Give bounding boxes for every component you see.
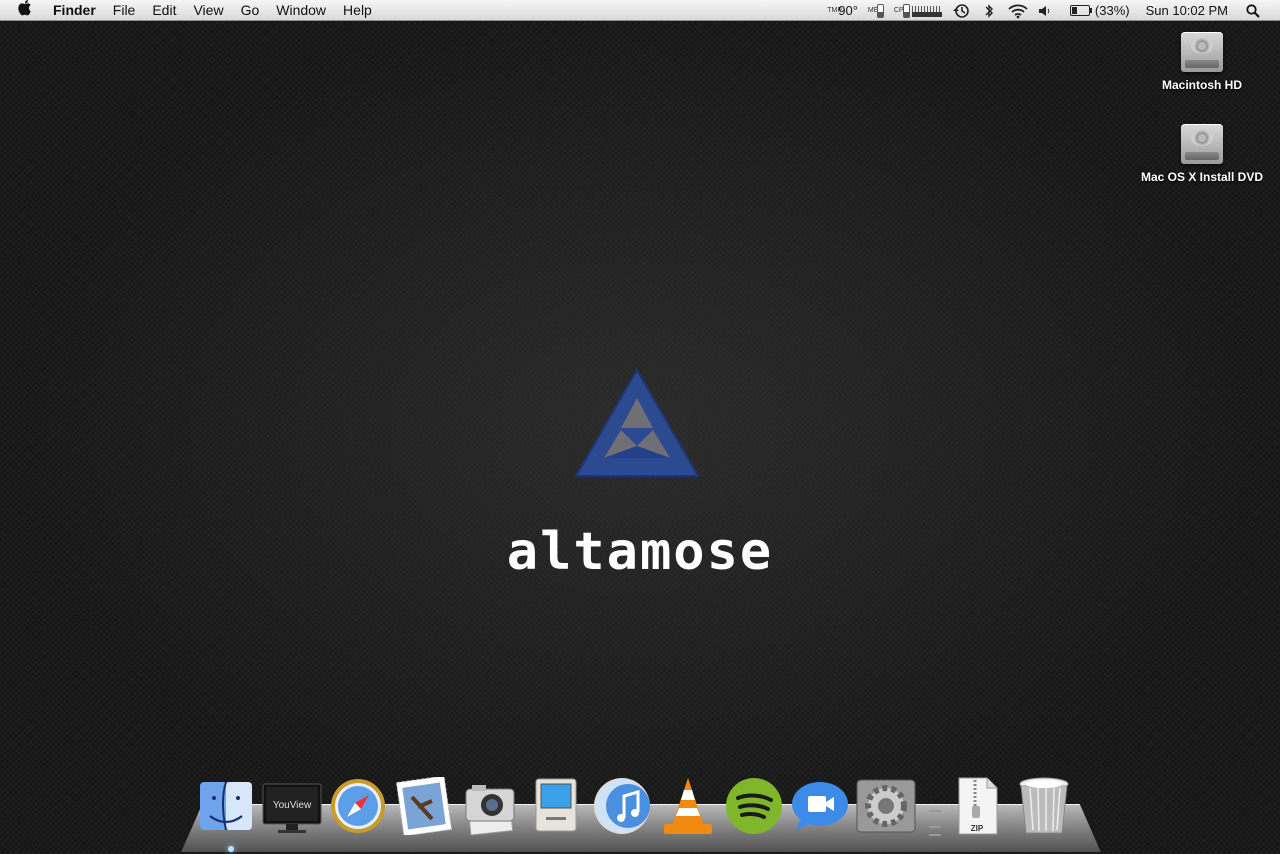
hard-drive-icon [1181,32,1223,72]
dock-item-system-preferences[interactable] [856,776,916,836]
desktop-icon-label: Mac OS X Install DVD [1140,170,1264,184]
battery-status[interactable]: (33%) [1069,3,1130,18]
menu-window[interactable]: Window [276,2,326,18]
menu-edit[interactable]: Edit [152,2,176,18]
mail-icon [396,777,452,835]
cpu-label: CPU [893,7,909,14]
dock-separator [922,776,942,836]
memory-monitor[interactable]: MEM [868,3,884,18]
vlc-icon [664,778,712,834]
desktop-icon-macintosh-hd[interactable]: Macintosh HD [1132,32,1272,92]
apple-menu-icon[interactable] [18,0,36,22]
hard-drive-icon [1181,124,1223,164]
tmp-label: TMP [827,7,843,14]
zip-icon: ZIP [958,777,998,835]
menu-app-name[interactable]: Finder [53,2,96,18]
battery-percent: (33%) [1094,3,1130,18]
menu-bar: Finder File Edit View Go Window Help TMP… [0,0,1280,21]
dock-item-facetime[interactable] [790,776,850,836]
dock-item-zip-archive[interactable]: ZIP [948,776,1008,836]
gear-icon [856,779,916,833]
desktop-icon-install-dvd[interactable]: Mac OS X Install DVD [1132,124,1272,184]
spotlight-search-icon[interactable] [1246,3,1260,18]
dock-item-mail[interactable] [394,776,454,836]
classic-mac-icon [535,778,577,832]
clock[interactable]: Sun 10:02 PM [1146,3,1228,18]
facetime-icon [792,782,848,830]
menu-file[interactable]: File [113,2,136,18]
desktop-icon-label: Macintosh HD [1161,78,1242,92]
memory-bar-icon [876,3,884,18]
altamose-logo-icon [574,368,700,477]
wallpaper-logo-text: altamose [506,522,774,582]
mem-label: MEM [868,7,884,14]
dock-item-trash[interactable] [1014,776,1074,836]
cpu-bar-icon [902,3,910,18]
temperature-monitor[interactable]: TMP 90° [827,3,858,18]
dock: YouView ZIP [196,770,1080,836]
dock-item-safari[interactable] [328,776,388,836]
youview-icon: YouView [262,783,322,833]
finder-icon [200,781,252,831]
menu-go[interactable]: Go [241,2,260,18]
trash-icon [1019,777,1069,834]
safari-icon [331,779,385,833]
dock-item-itunes[interactable] [592,776,652,836]
temperature-value: 90° [838,3,858,18]
cpu-monitor[interactable]: CPU [893,3,942,18]
menu-view[interactable]: View [193,2,223,18]
camera-icon [465,785,515,835]
youview-label: YouView [273,800,312,811]
dock-item-spotify[interactable] [724,776,784,836]
wifi-icon[interactable] [1008,3,1028,19]
dock-item-youview[interactable]: YouView [262,776,322,836]
volume-icon[interactable] [1038,4,1052,18]
battery-icon [1069,5,1092,16]
dock-item-vlc[interactable] [658,776,718,836]
network-graph-icon [911,4,942,17]
dock-item-classic-mac[interactable] [526,776,586,836]
time-machine-icon[interactable] [952,3,970,19]
menu-help[interactable]: Help [343,2,372,18]
bluetooth-icon[interactable] [984,3,994,19]
dock-item-image-capture[interactable] [460,776,520,836]
itunes-icon [594,778,650,834]
spotify-icon [726,778,782,834]
status-area: TMP 90° MEM CPU (33%) Sun 10:02 PM [817,0,1280,21]
zip-label: ZIP [971,824,984,833]
finder-running-indicator [228,846,234,852]
dock-item-finder[interactable] [196,776,256,836]
